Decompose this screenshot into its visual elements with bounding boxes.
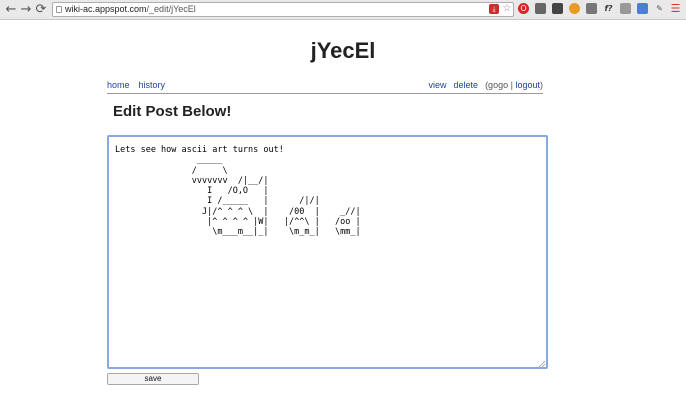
user-close: ) [540,80,543,90]
page-heading: Edit Post Below! [113,103,232,120]
delete-link[interactable]: delete [454,80,479,90]
wiki-nav: home history view delete (gogo | logout) [107,80,543,94]
logout-link[interactable]: logout [515,80,540,90]
site-title: jYecEl [310,38,376,63]
post-content-textarea[interactable]: Lets see how ascii art turns out! _____ … [107,135,548,369]
separator: | [510,80,513,90]
extension-icon[interactable] [586,3,597,14]
reload-icon[interactable]: ⟳ [34,2,48,17]
browser-toolbar: ← → ⟳ wiki-ac.appspot.com/_edit/jYecEl ⤓… [0,0,686,20]
url-path: /_edit/jYecEl [146,4,196,14]
page-icon [56,6,62,13]
extension-icon[interactable] [637,3,648,14]
cookie-icon[interactable] [569,3,580,14]
pocket-icon[interactable] [552,3,563,14]
back-icon[interactable]: ← [4,2,18,17]
pen-icon[interactable]: ✎ [654,3,665,14]
user-name: (gogo [485,80,509,90]
forward-icon[interactable]: → [19,2,33,17]
home-link[interactable]: home [107,80,130,90]
menu-icon[interactable]: ☰ [670,3,681,14]
font-extension-icon[interactable]: f? [603,3,614,14]
history-link[interactable]: history [139,80,166,90]
extension-icon[interactable] [535,3,546,14]
url-host: wiki-ac.appspot.com [65,4,147,14]
address-bar[interactable]: wiki-ac.appspot.com/_edit/jYecEl ⤓ ☆ [52,2,514,17]
resize-grip-icon[interactable] [538,360,546,368]
star-icon[interactable]: ☆ [501,3,513,15]
view-link[interactable]: view [429,80,447,90]
pdf-extension-icon[interactable]: ⤓ [489,4,499,14]
adblock-icon[interactable]: O [518,3,529,14]
extension-icon[interactable] [620,3,631,14]
save-button[interactable]: save [107,373,199,385]
